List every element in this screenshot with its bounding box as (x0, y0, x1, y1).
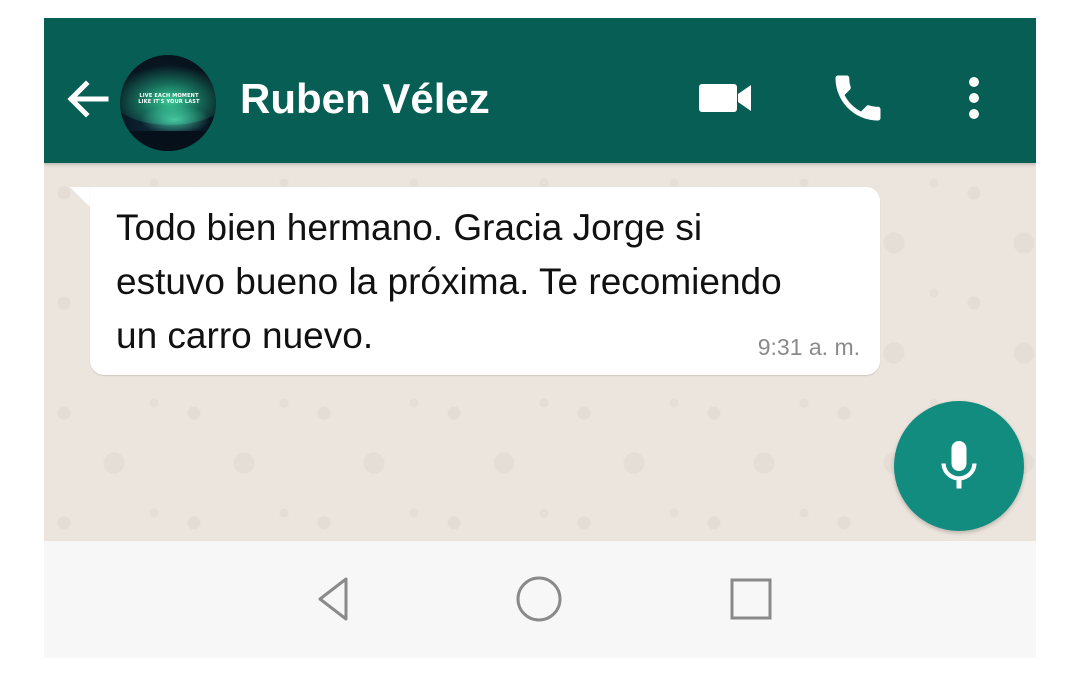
microphone-icon (941, 441, 977, 489)
nav-recents-icon (730, 578, 772, 620)
nav-home-button[interactable] (509, 569, 569, 629)
chat-area[interactable]: Todo bien hermano. Gracia Jorge si estuv… (44, 163, 1036, 658)
bubble-tail (70, 187, 92, 209)
avatar-quote-text: LIVE EACH MOMENT LIKE IT'S YOUR LAST (138, 93, 200, 105)
voice-message-button[interactable] (894, 401, 1024, 531)
voice-call-button[interactable] (828, 68, 888, 128)
incoming-message-bubble[interactable]: Todo bien hermano. Gracia Jorge si estuv… (90, 187, 880, 375)
contact-avatar[interactable]: LIVE EACH MOMENT LIKE IT'S YOUR LAST (120, 55, 216, 151)
message-text: Todo bien hermano. Gracia Jorge si estuv… (116, 207, 782, 356)
back-arrow-icon (67, 80, 109, 118)
nav-recents-button[interactable] (721, 569, 781, 629)
more-options-button[interactable] (944, 68, 1004, 128)
contact-name[interactable]: Ruben Vélez (240, 73, 490, 125)
video-call-button[interactable] (696, 68, 756, 128)
nav-back-button[interactable] (304, 569, 364, 629)
back-button[interactable] (62, 73, 114, 125)
video-camera-icon (699, 84, 751, 112)
whatsapp-chat-screen: LIVE EACH MOMENT LIKE IT'S YOUR LAST Rub… (44, 18, 1036, 658)
chat-header: LIVE EACH MOMENT LIKE IT'S YOUR LAST Rub… (44, 18, 1036, 163)
system-navigation-bar (44, 541, 1036, 658)
phone-icon (835, 75, 881, 121)
nav-back-icon (318, 577, 348, 621)
more-vert-icon (969, 77, 979, 119)
message-time: 9:31 a. m. (757, 334, 860, 360)
nav-home-icon (516, 576, 562, 622)
